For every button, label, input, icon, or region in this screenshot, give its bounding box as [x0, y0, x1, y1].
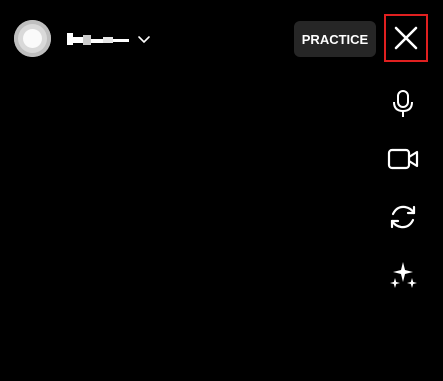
microphone-icon	[393, 90, 413, 117]
microphone-button[interactable]	[383, 84, 423, 124]
flip-camera-button[interactable]	[383, 197, 423, 237]
practice-button[interactable]: PRACTICE	[294, 21, 376, 57]
username-redacted	[65, 29, 133, 49]
account-switcher[interactable]	[65, 27, 155, 51]
side-toolbar	[383, 80, 443, 300]
sparkles-effects-icon	[390, 262, 417, 288]
video-camera-button[interactable]	[383, 139, 423, 179]
flip-camera-icon	[390, 205, 416, 229]
close-icon	[394, 26, 418, 50]
top-bar: PRACTICE	[0, 0, 443, 80]
profile-avatar[interactable]	[14, 20, 51, 57]
effects-button[interactable]	[383, 255, 423, 295]
chevron-down-icon[interactable]	[137, 32, 151, 46]
video-camera-icon	[387, 148, 419, 170]
close-button[interactable]	[384, 14, 428, 62]
